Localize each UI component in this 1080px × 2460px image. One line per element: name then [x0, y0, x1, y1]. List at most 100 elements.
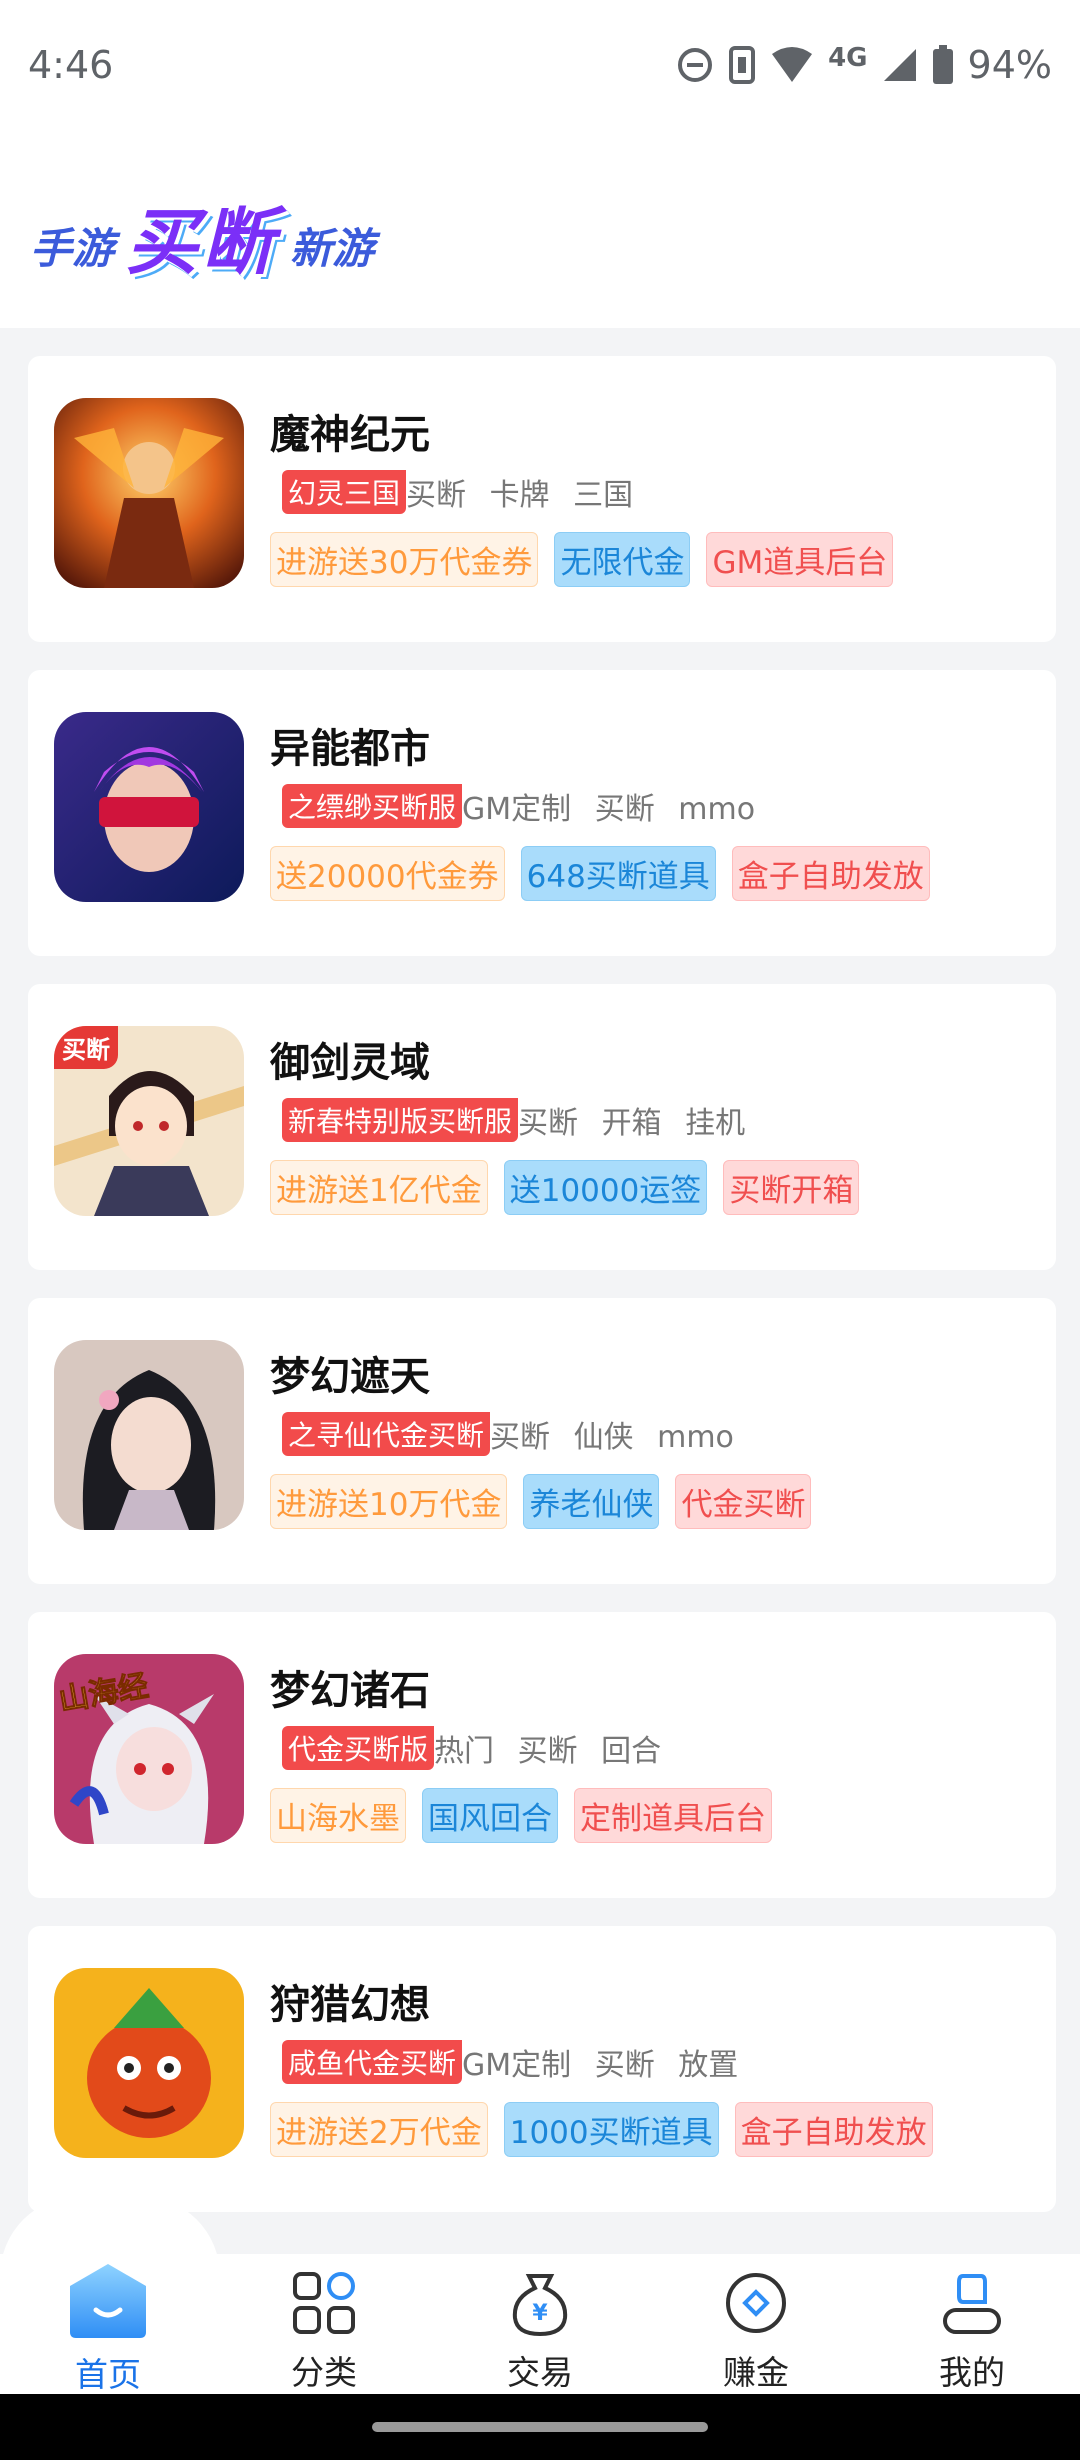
- game-tag: 挂机: [685, 1106, 746, 1141]
- game-tag: 买断: [517, 1734, 578, 1769]
- dnd-icon: [678, 48, 713, 82]
- game-tags: GM定制 买断 mmo: [462, 784, 755, 828]
- nav-item-home[interactable]: 首页: [0, 2254, 216, 2396]
- game-tag: 卡牌: [489, 478, 550, 513]
- home-gesture-handle[interactable]: [372, 2422, 708, 2432]
- nav-label: 我的: [939, 2353, 1005, 2392]
- system-gesture-bar: [0, 2394, 1080, 2460]
- game-pills-row: 进游送2万代金 1000买断道具 盒子自助发放: [270, 2102, 933, 2157]
- game-tag: GM定制: [462, 2048, 572, 2083]
- nav-label: 赚金: [723, 2353, 789, 2392]
- game-icon: 买断: [54, 1026, 244, 1216]
- home-icon: [70, 2264, 146, 2338]
- category-icon: [293, 2272, 355, 2334]
- status-bar: 4:46 4G 94%: [0, 0, 1080, 130]
- game-pills-row: 进游送1亿代金 送10000运签 买断开箱: [270, 1160, 860, 1215]
- game-tag: 买断: [406, 478, 467, 513]
- game-card[interactable]: 魔神纪元 幻灵三国 买断 卡牌 三国 进游送30万代金券 无限代金 GM道具后台: [28, 356, 1056, 642]
- nav-label: 首页: [75, 2355, 141, 2394]
- game-icon: 山海经: [54, 1654, 244, 1844]
- nav-item-category[interactable]: 分类: [216, 2254, 432, 2394]
- game-pill: GM道具后台: [706, 532, 894, 587]
- game-tag: 买断: [594, 2048, 655, 2083]
- game-badge: 之缥缈买断服: [282, 784, 463, 828]
- header: 手游 买断 新游: [0, 130, 1080, 328]
- game-tags-row: 之缥缈买断服 GM定制 买断 mmo: [282, 784, 755, 828]
- nav-item-trade[interactable]: ¥ 交易: [432, 2254, 648, 2394]
- game-pill: 无限代金: [554, 532, 691, 587]
- game-tag: 买断: [594, 792, 655, 827]
- game-pills-row: 进游送10万代金 养老仙侠 代金买断: [270, 1474, 812, 1529]
- game-tags-row: 代金买断版 热门 买断 回合: [282, 1726, 661, 1770]
- game-card[interactable]: 买断 御剑灵域 新春特别版买断服 买断 开箱 挂机 进游送1亿代金 送10000…: [28, 984, 1056, 1270]
- svg-text:¥: ¥: [532, 2301, 548, 2326]
- game-tag: mmo: [678, 792, 756, 827]
- game-tag: 热门: [434, 1734, 495, 1769]
- game-tag: mmo: [657, 1420, 734, 1455]
- trade-icon: ¥: [512, 2274, 568, 2337]
- game-pills-row: 进游送30万代金券 无限代金 GM道具后台: [270, 532, 894, 587]
- icon-corner-label: 买断: [54, 1026, 118, 1069]
- game-tags-row: 新春特别版买断服 买断 开箱 挂机: [282, 1098, 745, 1142]
- game-icon: [54, 1968, 244, 2158]
- game-list: 魔神纪元 幻灵三国 买断 卡牌 三国 进游送30万代金券 无限代金 GM道具后台: [28, 356, 1056, 2240]
- network-type: 4G: [828, 43, 868, 73]
- game-card[interactable]: 异能都市 之缥缈买断服 GM定制 买断 mmo 送20000代金券 648买断道…: [28, 670, 1056, 956]
- game-icon: [54, 398, 244, 588]
- nav-label: 分类: [291, 2353, 357, 2392]
- game-pill: 1000买断道具: [503, 2102, 719, 2157]
- game-pill: 送10000运签: [503, 1160, 708, 1215]
- game-title: 御剑灵域: [270, 1040, 430, 1086]
- nav-item-earn[interactable]: 赚金: [648, 2254, 864, 2394]
- logo-left-text: 手游: [30, 224, 115, 273]
- game-pill: 定制道具后台: [574, 1788, 772, 1843]
- game-title: 异能都市: [270, 726, 430, 772]
- game-pill: 648买断道具: [520, 846, 716, 901]
- game-tag: 买断: [490, 1420, 551, 1455]
- game-pill: 进游送30万代金券: [270, 532, 539, 587]
- game-tags: 买断 卡牌 三国: [406, 470, 633, 514]
- game-icon: [54, 712, 244, 902]
- game-tag: 回合: [601, 1734, 662, 1769]
- earn-icon: [726, 2273, 786, 2333]
- profile-icon: [943, 2274, 1001, 2334]
- game-title: 梦幻诸石: [270, 1668, 430, 1714]
- wifi-icon: [772, 47, 813, 82]
- game-tags: 热门 买断 回合: [434, 1726, 661, 1770]
- game-title: 梦幻遮天: [270, 1354, 430, 1400]
- game-pill: 养老仙侠: [523, 1474, 660, 1529]
- game-badge: 咸鱼代金买断: [282, 2040, 463, 2084]
- nav-item-profile[interactable]: 我的: [864, 2254, 1080, 2394]
- game-pill: 送20000代金券: [270, 846, 505, 901]
- logo-right-text: 新游: [290, 224, 375, 273]
- game-pills-row: 山海水墨 国风回合 定制道具后台: [270, 1788, 772, 1843]
- game-tag: 买断: [518, 1106, 579, 1141]
- bottom-nav: 首页 分类 ¥ 交易 赚金 我的: [0, 2254, 1080, 2394]
- game-tags: 买断 开箱 挂机: [518, 1098, 745, 1142]
- game-card[interactable]: 梦幻遮天 之寻仙代金买断 买断 仙侠 mmo 进游送10万代金 养老仙侠 代金买…: [28, 1298, 1056, 1584]
- status-icons: 4G 94%: [676, 43, 1052, 87]
- logo-main-text: 买断: [126, 200, 279, 284]
- game-title: 狩猎幻想: [270, 1982, 430, 2028]
- game-pill: 买断开箱: [723, 1160, 860, 1215]
- game-tags-row: 之寻仙代金买断 买断 仙侠 mmo: [282, 1412, 734, 1456]
- game-tag: 开箱: [601, 1106, 662, 1141]
- battery-level: 94%: [967, 43, 1052, 87]
- game-card[interactable]: 山海经 梦幻诸石 代金买断版 热门 买断 回合 山海水墨 国风回合 定制道具后台: [28, 1612, 1056, 1898]
- game-card[interactable]: 狩猎幻想 咸鱼代金买断 GM定制 买断 放置 进游送2万代金 1000买断道具 …: [28, 1926, 1056, 2212]
- battery-icon: [932, 45, 953, 84]
- app-logo: 手游 买断 新游: [30, 168, 374, 288]
- game-pill: 进游送1亿代金: [270, 1160, 488, 1215]
- game-pill: 山海水墨: [270, 1788, 406, 1843]
- game-tag: 仙侠: [573, 1420, 634, 1455]
- nav-label: 交易: [507, 2353, 573, 2392]
- game-tag: 三国: [573, 478, 634, 513]
- game-pills-row: 送20000代金券 648买断道具 盒子自助发放: [270, 846, 930, 901]
- game-tag: GM定制: [462, 792, 572, 827]
- game-icon: [54, 1340, 244, 1530]
- game-pill: 代金买断: [675, 1474, 812, 1529]
- game-pill: 进游送10万代金: [270, 1474, 508, 1529]
- signal-icon: [883, 49, 916, 81]
- status-time: 4:46: [28, 43, 114, 87]
- game-tag: 放置: [678, 2048, 739, 2083]
